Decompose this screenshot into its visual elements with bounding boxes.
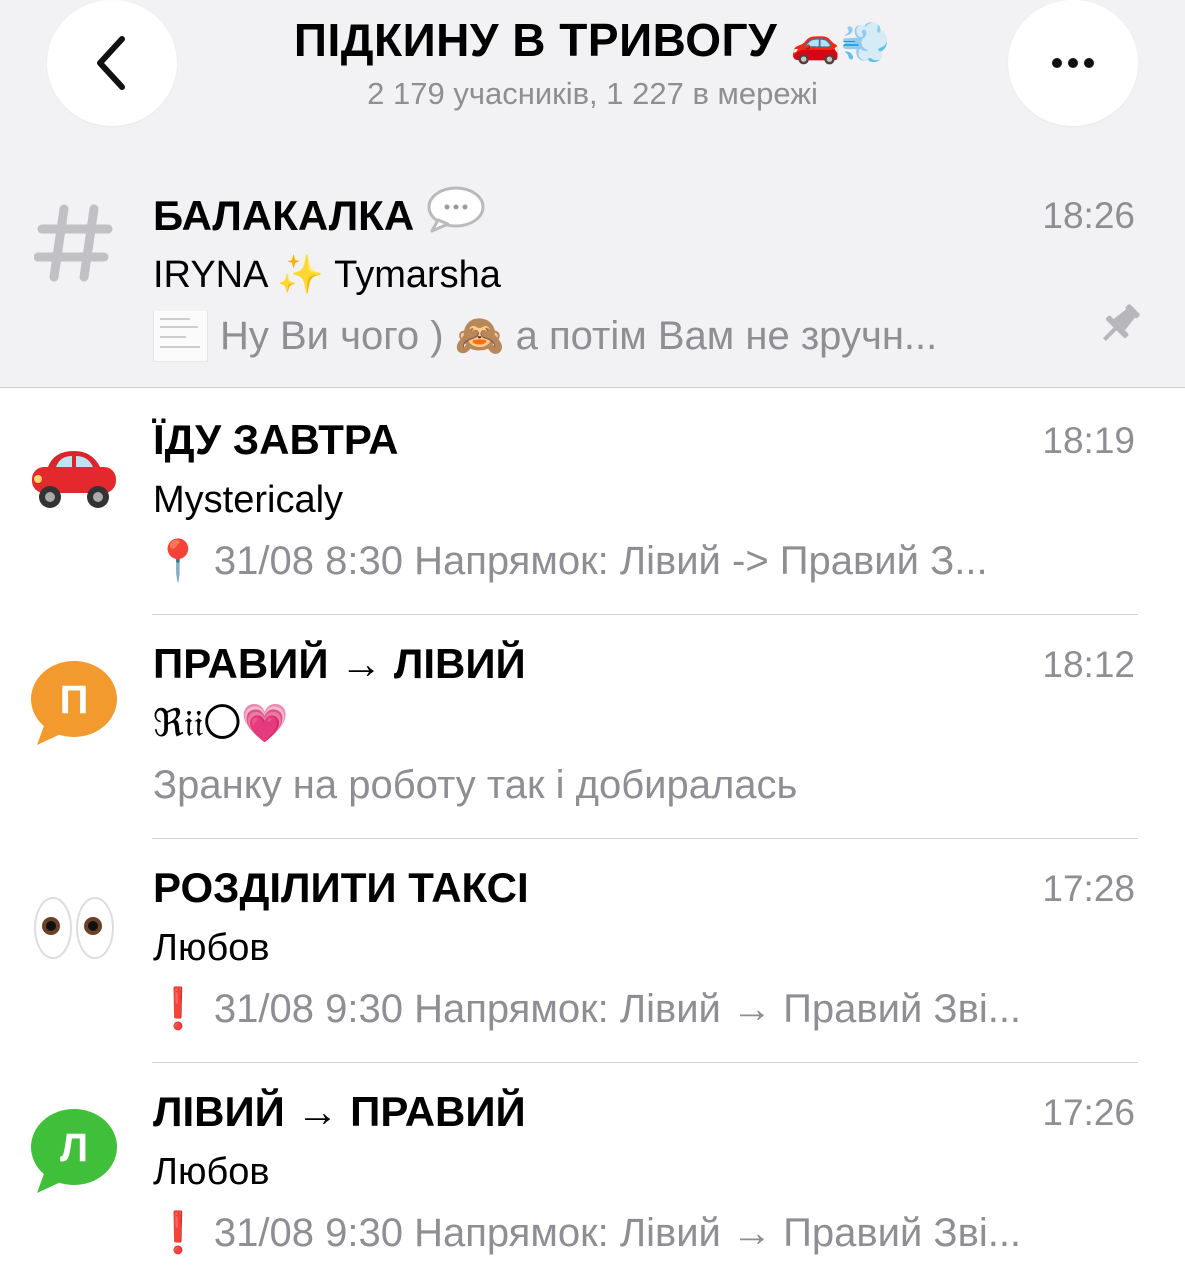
- topic-time: 18:19: [1042, 420, 1135, 461]
- last-message-preview: Зранку на роботу так і добиралась: [153, 763, 798, 807]
- eyes-icon: [24, 878, 124, 978]
- topic-row[interactable]: П ПРАВИЙ → ЛІВИЙ 18:12 ℜ𝔦𝔦〇💗 Зранку на р…: [0, 614, 1185, 839]
- avatar-letter: П: [60, 678, 89, 722]
- chevron-left-icon: [97, 36, 125, 90]
- page-title: ПІДКИНУ В ТРИВОГУ 🚗💨: [200, 12, 985, 71]
- more-options-button[interactable]: [1008, 0, 1138, 126]
- last-sender: Любов: [153, 927, 270, 969]
- last-sender: Mystericaly: [153, 479, 344, 521]
- group-title: ПІДКИНУ В ТРИВОГУ: [293, 14, 778, 66]
- last-sender: IRYNA ✨ Tymarsha: [153, 254, 501, 296]
- topic-name: РОЗДІЛИТИ ТАКСІ: [153, 864, 529, 911]
- letter-avatar-green: Л: [24, 1102, 124, 1202]
- more-dots-icon: [1052, 58, 1094, 68]
- topic-row[interactable]: БАЛАКАЛКА 18:26 IRYNA ✨ Tymarsha Ну Ви ч…: [0, 165, 1185, 390]
- member-count: 2 179 учасників, 1 227 в мережі: [367, 76, 818, 111]
- topic-time: 18:26: [1042, 195, 1135, 236]
- header-title-block[interactable]: ПІДКИНУ В ТРИВОГУ 🚗💨 2 179 учасників, 1 …: [200, 12, 985, 115]
- last-sender: Любов: [153, 1151, 270, 1193]
- topic-row[interactable]: ЇДУ ЗАВТРА 18:19 Mystericaly 📍 31/08 8:3…: [0, 390, 1185, 615]
- topic-time: 17:28: [1042, 868, 1135, 909]
- topic-name: ПРАВИЙ → ЛІВИЙ: [153, 640, 526, 687]
- back-button[interactable]: [47, 0, 177, 126]
- topic-row[interactable]: РОЗДІЛИТИ ТАКСІ 17:28 Любов ❗ 31/08 9:30…: [0, 838, 1185, 1063]
- topic-name: БАЛАКАЛКА: [153, 186, 486, 249]
- car-dash-emoji: 🚗💨: [790, 20, 892, 66]
- topic-row[interactable]: Л ЛІВИЙ → ПРАВИЙ 17:26 Любов ❗ 31/08 9:3…: [0, 1062, 1185, 1280]
- red-car-icon: [24, 430, 124, 530]
- last-message-preview: ❗ 31/08 9:30 Напрямок: Лівий → Правий Зв…: [153, 987, 1022, 1031]
- speech-bubble-icon: [426, 185, 486, 245]
- topic-name: ЇДУ ЗАВТРА: [153, 416, 399, 463]
- avatar-letter: Л: [60, 1126, 88, 1170]
- letter-avatar-orange: П: [24, 654, 124, 754]
- last-message-preview: Ну Ви чого ) 🙈 а потім Вам не зручн...: [153, 311, 1033, 366]
- chat-header: ПІДКИНУ В ТРИВОГУ 🚗💨 2 179 учасників, 1 …: [0, 0, 1185, 150]
- last-sender: ℜ𝔦𝔦〇💗: [153, 703, 289, 745]
- topic-time: 17:26: [1042, 1092, 1135, 1133]
- message-thumbnail: [153, 311, 208, 362]
- pin-icon: [1095, 299, 1145, 354]
- topic-time: 18:12: [1042, 644, 1135, 685]
- hash-icon: [24, 193, 124, 293]
- topic-name: ЛІВИЙ → ПРАВИЙ: [153, 1088, 526, 1135]
- last-message-preview: 📍 31/08 8:30 Напрямок: Лівий -> Правий З…: [153, 539, 988, 583]
- last-message-preview: ❗ 31/08 9:30 Напрямок: Лівий → Правий Зв…: [153, 1211, 1022, 1255]
